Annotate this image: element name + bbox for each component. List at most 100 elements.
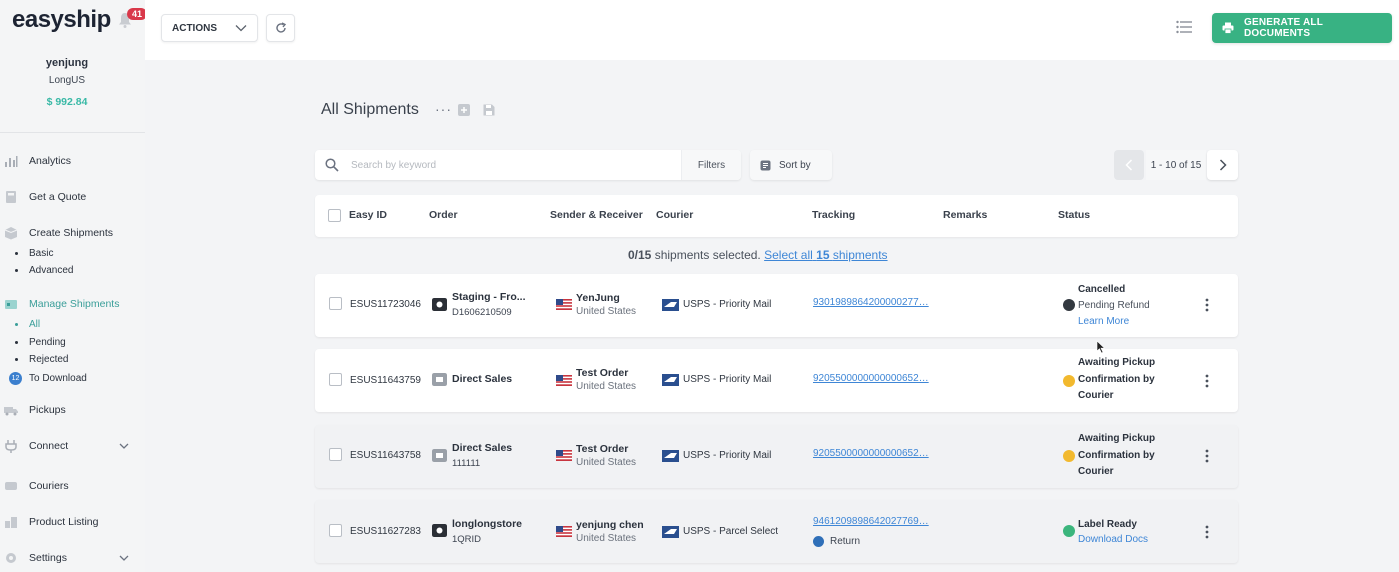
easy-id: ESUS11643758: [350, 450, 421, 461]
order-title: longlongstore: [452, 518, 522, 530]
sidebar-item-create-shipments[interactable]: Create Shipments: [0, 223, 145, 243]
column-header-remarks: Remarks: [943, 209, 988, 221]
more-vertical-icon[interactable]: [1205, 525, 1209, 539]
sidebar-subitem-to-download[interactable]: 12 To Download: [9, 372, 87, 385]
row-checkbox[interactable]: [329, 297, 342, 310]
shipment-row[interactable]: ESUS11627283 longlongstore 1QRID yenjung…: [315, 500, 1238, 563]
manage-icon: [5, 300, 17, 309]
search-input[interactable]: [351, 156, 671, 174]
receiver-country: United States: [576, 306, 637, 317]
sidebar-subitem-rejected[interactable]: Rejected: [15, 354, 68, 365]
sort-by-button[interactable]: Sort by: [750, 150, 832, 180]
select-all-shipments-link[interactable]: Select all 15 shipments: [764, 248, 887, 262]
sidebar-item-connect[interactable]: Connect: [0, 436, 145, 456]
store-icon: [432, 524, 447, 537]
download-docs-link[interactable]: Download Docs: [1078, 534, 1148, 545]
box-icon: [4, 227, 18, 240]
chevron-left-icon: [1125, 159, 1133, 171]
direct-sales-icon: [432, 449, 447, 462]
selected-count: 0/15: [628, 248, 652, 262]
gear-icon: [6, 553, 16, 563]
receiver-country: United States: [576, 533, 637, 544]
sidebar-item-get-a-quote[interactable]: Get a Quote: [0, 187, 145, 207]
filters-button[interactable]: Filters: [681, 150, 741, 180]
previous-page-button[interactable]: [1114, 150, 1144, 180]
receiver-country: United States: [576, 457, 637, 468]
order-title: Staging - Fro...: [452, 291, 526, 303]
column-header-order[interactable]: Order: [429, 209, 458, 221]
sidebar-item-analytics[interactable]: Analytics: [0, 151, 145, 171]
return-dot: [813, 536, 824, 547]
status-title: Awaiting Pickup Confirmation by Courier: [1078, 357, 1156, 401]
account-balance[interactable]: $ 992.84: [0, 96, 134, 108]
more-vertical-icon[interactable]: [1205, 298, 1209, 312]
analytics-icon: [5, 156, 18, 167]
us-flag-icon: [556, 299, 572, 310]
save-view-icon[interactable]: [483, 104, 495, 116]
sidebar-subitem-pending[interactable]: Pending: [15, 337, 66, 348]
sidebar-item-label: Analytics: [29, 155, 72, 167]
row-checkbox[interactable]: [329, 524, 342, 537]
next-page-button[interactable]: [1207, 150, 1238, 180]
refresh-icon: [275, 22, 286, 33]
refresh-button[interactable]: [266, 14, 295, 42]
sidebar-item-manage-shipments[interactable]: Manage Shipments: [0, 294, 145, 314]
sidebar-subitem-all[interactable]: All: [15, 319, 40, 330]
receiver-name: yenjung chen: [576, 519, 644, 531]
courier-service: USPS - Priority Mail: [683, 450, 772, 461]
tracking-number-link[interactable]: 9205500000000000652…: [813, 448, 929, 459]
calculator-icon: [6, 191, 16, 203]
chevron-down-icon[interactable]: [119, 441, 129, 451]
shipment-row[interactable]: ESUS11723046 Staging - Fro... D160621050…: [315, 274, 1238, 337]
usps-icon: [662, 374, 679, 386]
row-checkbox[interactable]: [329, 448, 342, 461]
status-title: Awaiting Pickup Confirmation by Courier: [1078, 433, 1156, 477]
sidebar-subitem-basic[interactable]: Basic: [15, 248, 53, 259]
column-header-easy-id[interactable]: Easy ID: [349, 209, 387, 221]
status-dot: [1063, 299, 1075, 311]
select-all-checkbox[interactable]: [328, 209, 341, 222]
status-dot: [1063, 375, 1075, 387]
usps-icon: [662, 526, 679, 538]
receiver-country: United States: [576, 381, 637, 392]
order-title: Direct Sales: [452, 442, 513, 454]
row-checkbox[interactable]: [329, 373, 342, 386]
receiver-name: Test Order: [576, 367, 629, 379]
receiver-name: Test Order: [576, 443, 629, 455]
more-vertical-icon[interactable]: [1205, 374, 1209, 388]
selection-summary: 0/15 shipments selected. Select all 15 s…: [628, 248, 888, 262]
column-header-status[interactable]: Status: [1058, 209, 1090, 221]
add-view-icon[interactable]: [458, 104, 470, 116]
tracking-number-link[interactable]: 9301989864200000277…: [813, 297, 929, 308]
usps-icon: [662, 299, 679, 311]
actions-dropdown[interactable]: ACTIONS: [161, 14, 258, 42]
easyship-logo[interactable]: easyship: [12, 6, 111, 34]
sidebar-subitem-advanced[interactable]: Advanced: [15, 265, 73, 276]
more-options-button[interactable]: ···: [435, 101, 452, 117]
learn-more-link[interactable]: Learn More: [1078, 316, 1129, 327]
sidebar-item-product-listing[interactable]: Product Listing: [0, 512, 145, 532]
shipment-row[interactable]: ESUS11643758 Direct Sales 111111 Test Or…: [315, 425, 1238, 488]
chevron-down-icon[interactable]: [119, 553, 129, 563]
column-header-sender-receiver[interactable]: Sender & Receiver: [550, 209, 643, 221]
sidebar-item-settings[interactable]: Settings: [0, 548, 145, 568]
status-title: Cancelled: [1078, 284, 1126, 295]
column-header-tracking[interactable]: Tracking: [812, 209, 855, 221]
tracking-number-link[interactable]: 9205500000000000652…: [813, 373, 929, 384]
tracking-number-link[interactable]: 9461209898642027769…: [813, 516, 929, 527]
status-title: Label Ready: [1078, 519, 1137, 530]
column-header-courier[interactable]: Courier: [656, 209, 693, 221]
search-bar: Filters: [315, 150, 741, 180]
sidebar-item-label: Get a Quote: [29, 191, 87, 203]
generate-all-documents-button[interactable]: GENERATE ALL DOCUMENTS: [1212, 13, 1392, 43]
sidebar-item-pickups[interactable]: Pickups: [0, 400, 145, 420]
order-number: 111111: [452, 458, 481, 469]
sidebar-item-label: Create Shipments: [29, 227, 114, 239]
sidebar-item-couriers[interactable]: Couriers: [0, 476, 145, 496]
more-vertical-icon[interactable]: [1205, 449, 1209, 463]
plug-icon: [5, 440, 17, 453]
list-view-icon[interactable]: [1176, 20, 1192, 34]
shipment-row[interactable]: ESUS11643759 Direct Sales Test Order Uni…: [315, 349, 1238, 412]
status-detail: Pending Refund: [1078, 300, 1150, 311]
easy-id: ESUS11643759: [350, 375, 421, 386]
